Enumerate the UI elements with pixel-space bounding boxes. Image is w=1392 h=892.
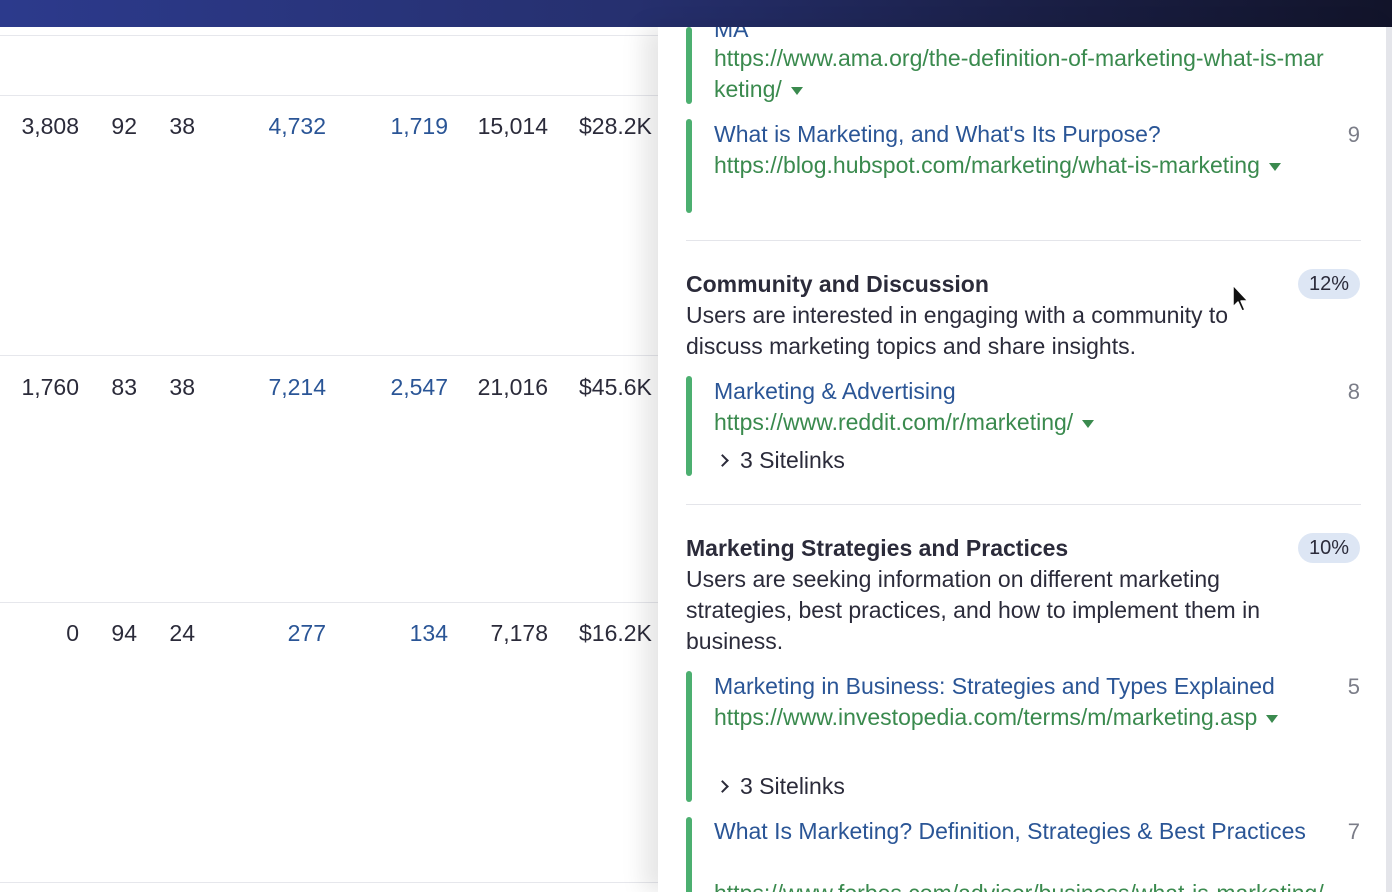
cell-col1: 3,808 bbox=[21, 113, 79, 139]
cell-col5-link[interactable]: 134 bbox=[410, 619, 448, 647]
result-title-link[interactable]: What is Marketing, and What's Its Purpos… bbox=[714, 119, 1161, 150]
chevron-right-icon bbox=[716, 454, 729, 467]
cell-col4-link[interactable]: 4,732 bbox=[268, 112, 326, 140]
keyword-table: 3,808 92 38 4,732 1,719 15,014 $28.2K 1,… bbox=[0, 27, 680, 892]
cell-col3: 38 bbox=[169, 374, 195, 400]
result-url-link[interactable]: https://www.reddit.com/r/marketing/ bbox=[714, 407, 1326, 438]
section-description: Users are interested in engaging with a … bbox=[686, 302, 1229, 359]
cell-col3: 38 bbox=[169, 113, 195, 139]
result-accent-bar bbox=[686, 119, 692, 213]
cell-col2: 92 bbox=[111, 113, 137, 139]
chevron-right-icon bbox=[716, 780, 729, 793]
cell-col3: 24 bbox=[169, 620, 195, 646]
result-url-link[interactable]: https://www.forbes.com/advisor/business/… bbox=[714, 878, 1326, 892]
url-dropdown-icon[interactable] bbox=[1266, 714, 1279, 723]
result-accent-bar bbox=[686, 376, 692, 476]
result-title-link[interactable]: Marketing in Business: Strategies and Ty… bbox=[714, 671, 1275, 702]
cell-col1: 0 bbox=[66, 620, 79, 646]
url-dropdown-icon[interactable] bbox=[1268, 162, 1281, 171]
panel-scrollbar[interactable] bbox=[1386, 27, 1392, 892]
cell-col2: 94 bbox=[111, 620, 137, 646]
percent-badge: 12% bbox=[1297, 269, 1360, 299]
result-rank: 8 bbox=[1347, 379, 1360, 404]
cell-col7: $28.2K bbox=[579, 113, 652, 139]
result-title-link[interactable]: What Is Marketing? Definition, Strategie… bbox=[714, 816, 1326, 847]
result-url-link[interactable]: https://www.investopedia.com/terms/m/mar… bbox=[714, 702, 1326, 733]
cell-col6: 21,016 bbox=[477, 374, 548, 400]
result-rank: 9 bbox=[1347, 122, 1360, 147]
cell-col1: 1,760 bbox=[21, 374, 79, 400]
percent-badge: 10% bbox=[1297, 533, 1360, 563]
section-description: Users are seeking information on differe… bbox=[686, 566, 1261, 654]
url-dropdown-icon[interactable] bbox=[790, 86, 803, 95]
sitelinks-toggle[interactable]: 3 Sitelinks bbox=[714, 771, 845, 802]
result-rank: 5 bbox=[1347, 674, 1360, 699]
table-divider bbox=[0, 35, 680, 36]
result-url-link[interactable]: https://www.ama.org/the-definition-of-ma… bbox=[714, 43, 1326, 105]
table-divider bbox=[0, 602, 680, 603]
section-divider bbox=[686, 240, 1361, 241]
table-divider bbox=[0, 355, 680, 356]
url-dropdown-icon[interactable] bbox=[1082, 419, 1095, 428]
result-title-link[interactable]: Marketing & Advertising bbox=[714, 376, 956, 407]
cell-col7: $45.6K bbox=[579, 374, 652, 400]
cell-col7: $16.2K bbox=[579, 620, 652, 646]
intent-details-panel: MA https://www.ama.org/the-definition-of… bbox=[658, 27, 1392, 892]
mouse-pointer-icon bbox=[1232, 284, 1249, 312]
cell-col2: 83 bbox=[111, 374, 137, 400]
cell-col6: 7,178 bbox=[490, 620, 548, 646]
cell-col4-link[interactable]: 277 bbox=[288, 619, 326, 647]
sitelinks-toggle[interactable]: 3 Sitelinks bbox=[714, 445, 845, 476]
app-top-bar bbox=[0, 0, 1392, 27]
result-accent-bar bbox=[686, 817, 692, 892]
cell-col6: 15,014 bbox=[477, 113, 548, 139]
table-divider bbox=[0, 95, 680, 96]
section-title: Marketing Strategies and Practices bbox=[686, 535, 1069, 561]
result-url-link[interactable]: https://blog.hubspot.com/marketing/what-… bbox=[714, 150, 1326, 181]
table-divider bbox=[0, 882, 680, 883]
result-rank: 7 bbox=[1347, 819, 1360, 844]
result-accent-bar bbox=[686, 671, 692, 802]
cell-col4-link[interactable]: 7,214 bbox=[268, 373, 326, 401]
section-divider bbox=[686, 504, 1361, 505]
section-title: Community and Discussion bbox=[686, 271, 989, 297]
cell-col5-link[interactable]: 2,547 bbox=[390, 373, 448, 401]
cell-col5-link[interactable]: 1,719 bbox=[390, 112, 448, 140]
result-accent-bar bbox=[686, 27, 692, 104]
